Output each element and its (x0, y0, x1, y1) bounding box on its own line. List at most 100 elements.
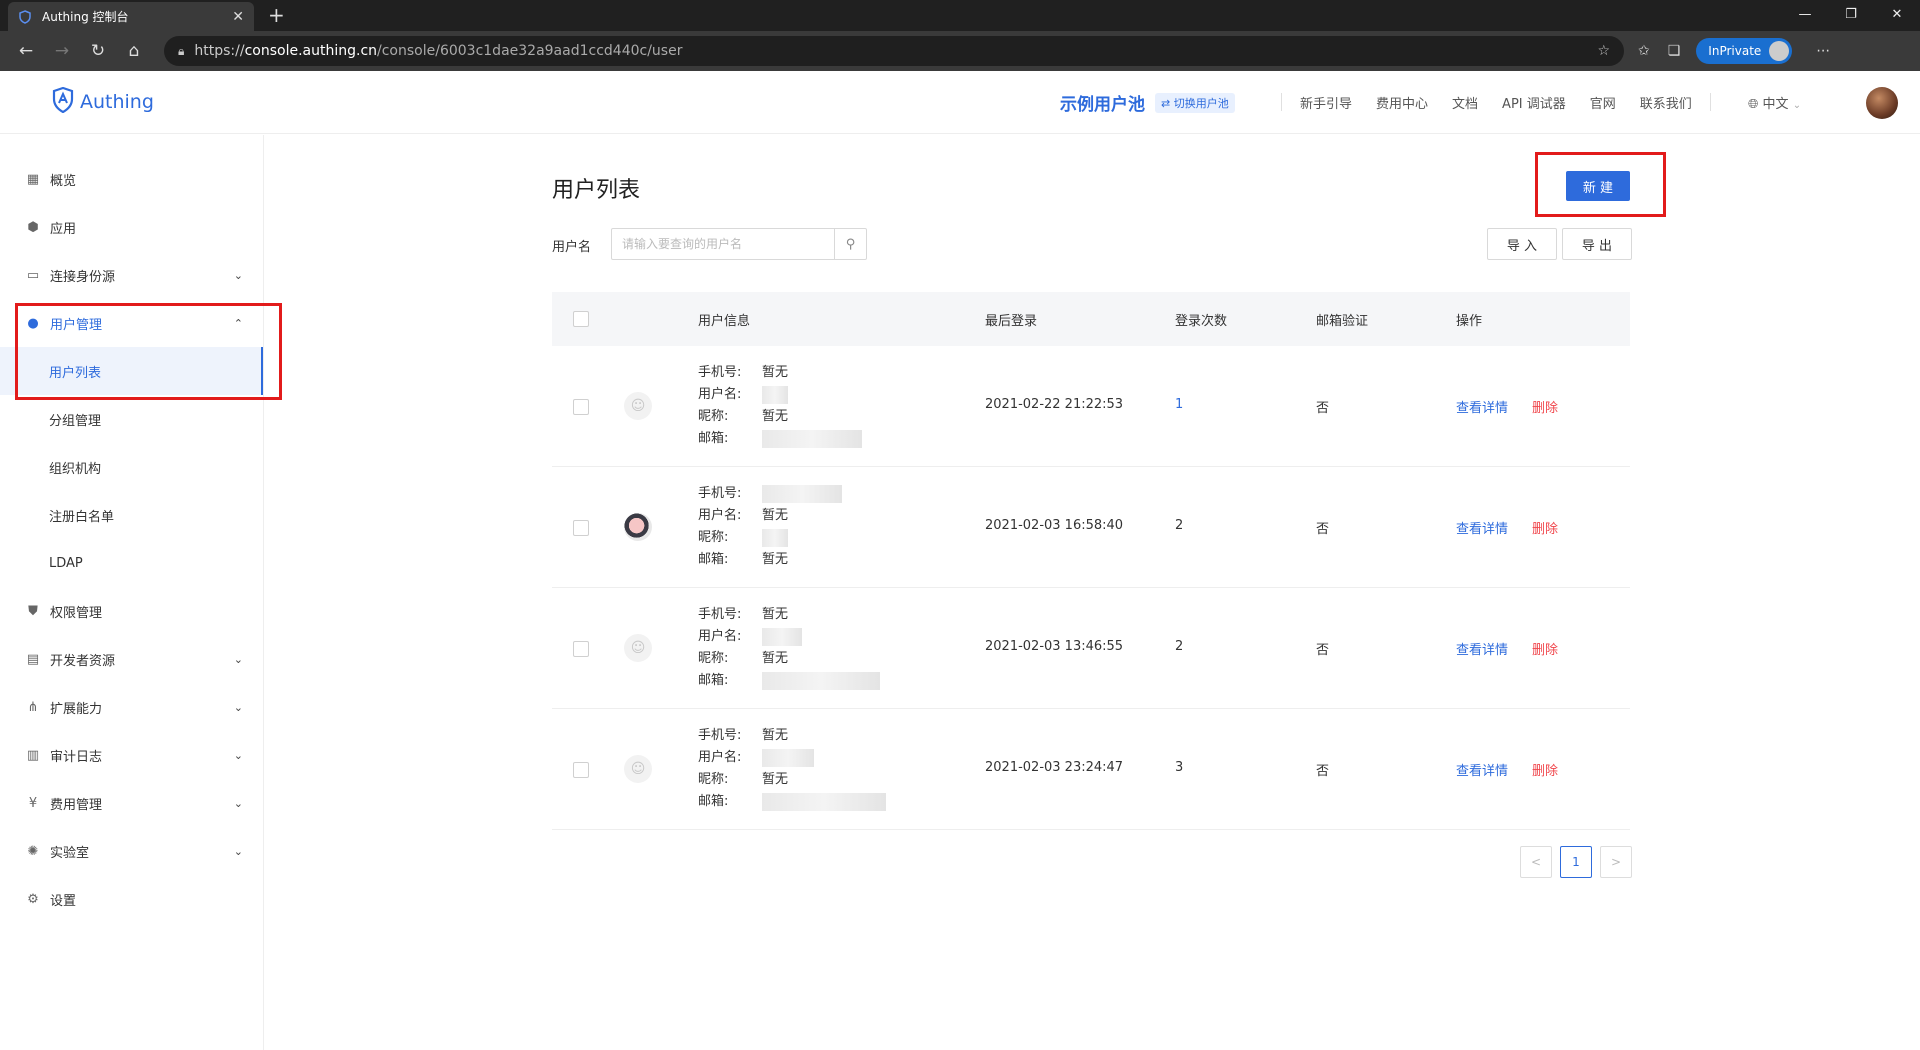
address-bar[interactable]: 🔒︎ https://console.authing.cn/console/60… (164, 36, 1624, 66)
table-row: ☺ 手机号: 暂无 用户名: 昵称: 暂无 邮箱: 2021-02-03 23:24… (552, 709, 1630, 830)
sidebar-sub-ldap[interactable]: LDAP (0, 539, 263, 587)
chevron-down-icon: ⌄ (233, 844, 243, 858)
sidebar: ▦ 概览 ⬢ 应用 ▭ 连接身份源 ⌄ ● 用户管理 ⌃ 用户列表 分组管理 组… (0, 135, 264, 1050)
row-checkbox[interactable] (573, 641, 589, 657)
email-verified: 否 (1316, 522, 1330, 537)
sidebar-item-lab[interactable]: ✺ 实验室 ⌄ (0, 827, 263, 875)
nav-contact[interactable]: 联系我们 (1640, 93, 1692, 112)
bulb-icon: ✺ (27, 843, 39, 859)
close-window-button[interactable]: ✕ (1874, 0, 1920, 31)
table-header: 用户信息 最后登录 登录次数 邮箱验证 操作 (552, 292, 1630, 346)
field-label: 手机号: (698, 486, 742, 501)
phone-value: 暂无 (762, 728, 789, 743)
field-label: 手机号: (698, 607, 742, 622)
page-title: 用户列表 (552, 178, 641, 203)
lock-icon[interactable]: 🔒︎ (178, 44, 184, 59)
close-tab-icon[interactable]: ✕ (232, 9, 244, 25)
nickname-value: 暂无 (762, 772, 789, 787)
column-header[interactable]: 登录次数 (1175, 310, 1227, 329)
authing-logo[interactable]: Authing (52, 86, 154, 117)
sidebar-item-label: 连接身份源 (50, 269, 116, 285)
authing-shield-icon (52, 86, 74, 117)
delete-link[interactable]: 删除 (1532, 397, 1558, 416)
more-icon[interactable]: ⋯ (1816, 43, 1830, 59)
chevron-down-icon: ⌄ (233, 748, 243, 762)
chevron-down-icon: ⌄ (233, 268, 243, 282)
sidebar-item-developer[interactable]: ▤ 开发者资源 ⌄ (0, 635, 263, 683)
view-details-link[interactable]: 查看详情 (1456, 518, 1508, 537)
minimize-button[interactable]: — (1782, 0, 1828, 31)
field-label: 用户名: (698, 387, 742, 402)
collections-icon[interactable]: ❏ (1668, 43, 1681, 59)
delete-link[interactable]: 删除 (1532, 639, 1558, 658)
refresh-icon[interactable]: ↻ (80, 41, 116, 61)
sidebar-item-settings[interactable]: ⚙ 设置 (0, 875, 263, 923)
new-tab-button[interactable]: + (268, 3, 285, 27)
sidebar-item-audit-log[interactable]: ▥ 审计日志 ⌄ (0, 731, 263, 779)
sidebar-item-apps[interactable]: ⬢ 应用 (0, 203, 263, 251)
page-number-button[interactable]: 1 (1560, 846, 1592, 878)
home-icon[interactable]: ⌂ (116, 41, 152, 61)
prev-page-button[interactable]: < (1520, 846, 1552, 878)
url-host: console.authing.cn (244, 43, 378, 59)
last-login: 2021-02-03 16:58:40 (985, 518, 1124, 533)
view-details-link[interactable]: 查看详情 (1456, 639, 1508, 658)
delete-link[interactable]: 删除 (1532, 760, 1558, 779)
restore-button[interactable]: ❐ (1828, 0, 1874, 31)
sidebar-item-permissions[interactable]: ⛊ 权限管理 (0, 587, 263, 635)
nickname-value: 暂无 (762, 651, 789, 666)
language-selector[interactable]: 🌐︎ 中文 ⌄ (1748, 93, 1801, 112)
favorites-icon[interactable]: ✩ (1638, 43, 1650, 59)
sidebar-item-label: 概览 (50, 173, 77, 189)
column-header[interactable]: 最后登录 (985, 310, 1037, 329)
inprivate-badge[interactable]: InPrivate (1696, 38, 1793, 64)
nav-website[interactable]: 官网 (1590, 93, 1616, 112)
sidebar-sub-org[interactable]: 组织机构 (0, 443, 263, 491)
view-details-link[interactable]: 查看详情 (1456, 397, 1508, 416)
nav-billing[interactable]: 费用中心 (1376, 93, 1428, 112)
row-checkbox[interactable] (573, 520, 589, 536)
select-all-checkbox[interactable] (573, 311, 589, 327)
forward-icon[interactable]: → (44, 41, 80, 61)
user-avatar[interactable] (1866, 87, 1898, 119)
field-label: 邮箱: (698, 552, 729, 567)
sidebar-item-overview[interactable]: ▦ 概览 (0, 155, 263, 203)
profile-avatar (1769, 41, 1790, 61)
sidebar-item-identity-sources[interactable]: ▭ 连接身份源 ⌄ (0, 251, 263, 299)
row-checkbox[interactable] (573, 762, 589, 778)
login-count: 1 (1175, 397, 1184, 412)
sidebar-item-label: 设置 (50, 893, 77, 909)
browser-tabbar: Authing 控制台 ✕ + — ❐ ✕ (0, 0, 1920, 31)
shield-icon: ⛊ (28, 603, 38, 619)
next-page-button[interactable]: > (1600, 846, 1632, 878)
last-login: 2021-02-03 13:46:55 (985, 639, 1124, 654)
browser-tab[interactable]: Authing 控制台 ✕ (8, 2, 254, 31)
export-button[interactable]: 导 出 (1562, 228, 1632, 260)
sidebar-item-billing[interactable]: ¥ 费用管理 ⌄ (0, 779, 263, 827)
back-icon[interactable]: ← (8, 41, 44, 61)
nav-docs[interactable]: 文档 (1452, 93, 1478, 112)
field-label: 邮箱: (698, 794, 729, 809)
field-label: 昵称: (698, 409, 729, 424)
highlight-box-sidebar (15, 303, 282, 400)
default-avatar-icon: ☺ (624, 755, 652, 783)
switch-pool-button[interactable]: ⇄ 切换用户池 (1155, 92, 1235, 113)
view-details-link[interactable]: 查看详情 (1456, 760, 1508, 779)
url-path: /console/6003c1dae32a9aad1ccd440c/user (377, 43, 683, 59)
nav-guide[interactable]: 新手引导 (1300, 93, 1352, 112)
field-label: 昵称: (698, 651, 729, 666)
sidebar-item-extensions[interactable]: ⋔ 扩展能力 ⌄ (0, 683, 263, 731)
new-user-button[interactable]: 新 建 (1566, 171, 1630, 201)
sidebar-sub-groups[interactable]: 分组管理 (0, 395, 263, 443)
search-input[interactable] (612, 229, 834, 259)
add-favorite-icon[interactable]: ☆ (1597, 43, 1610, 59)
row-checkbox[interactable] (573, 399, 589, 415)
nav-api-debugger[interactable]: API 调试器 (1502, 93, 1566, 112)
import-button[interactable]: 导 入 (1487, 228, 1557, 260)
field-label: 邮箱: (698, 431, 729, 446)
search-icon[interactable]: ⚲ (834, 229, 866, 259)
sidebar-sub-whitelist[interactable]: 注册白名单 (0, 491, 263, 539)
delete-link[interactable]: 删除 (1532, 518, 1558, 537)
default-avatar-icon: ☺ (624, 392, 652, 420)
chevron-down-icon: ⌄ (1792, 100, 1802, 111)
